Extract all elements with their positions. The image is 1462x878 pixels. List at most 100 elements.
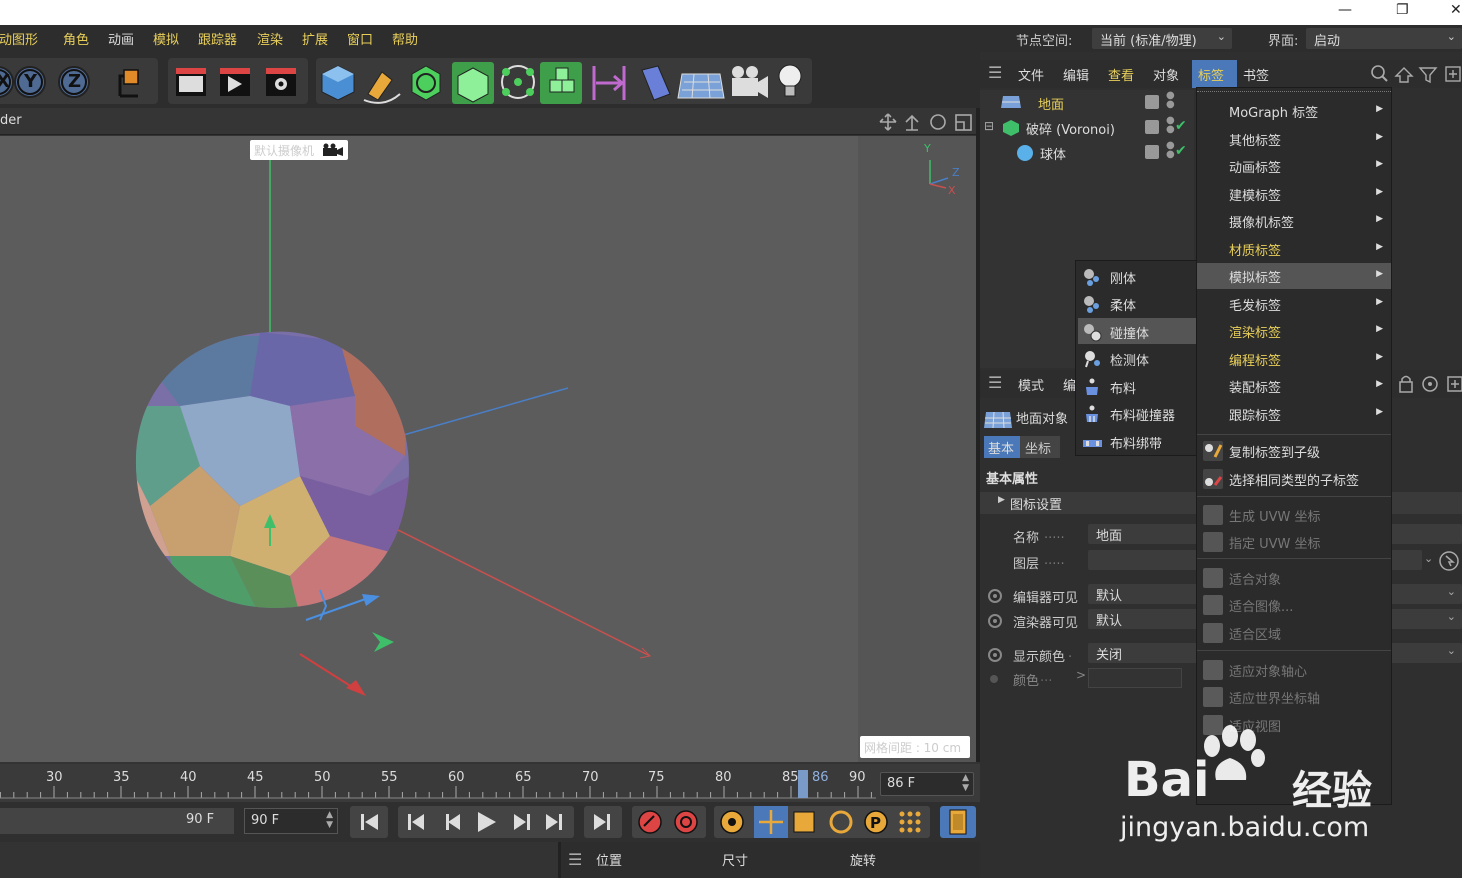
menu-item-copy-tags-to-children[interactable]: 复制标签到子级: [1199, 438, 1391, 464]
end-frame-field[interactable]: 90 F ▲ ▼: [244, 808, 338, 834]
menu-extensions[interactable]: 扩展: [302, 29, 328, 48]
menu-character[interactable]: 角色: [63, 29, 89, 48]
menu-simulate[interactable]: 模拟: [153, 29, 179, 48]
axis-x-button[interactable]: X: [0, 71, 10, 92]
menu-label: 渲染标签: [1229, 326, 1282, 341]
visibility-dots-icon[interactable]: ● ●: [1166, 91, 1175, 110]
menu-item-hair-tags[interactable]: 毛发标签 ▶: [1199, 291, 1391, 317]
stepper-icon[interactable]: ▲ ▼: [962, 773, 969, 793]
menu-item-other-tags[interactable]: 其他标签 ▶: [1199, 126, 1391, 152]
axis-z-button[interactable]: Z: [68, 71, 81, 92]
menu-item-render-tags[interactable]: 渲染标签 ▶: [1199, 318, 1391, 344]
visibility-dots-icon[interactable]: ● ●: [1166, 116, 1175, 135]
menu-render[interactable]: 渲染: [257, 29, 283, 48]
display-color-anim-radio[interactable]: [988, 648, 1002, 662]
menu-item-rigid-body[interactable]: 刚体: [1078, 263, 1196, 289]
viewport-nav-icons[interactable]: [878, 112, 974, 132]
render-icons[interactable]: [170, 62, 310, 102]
node-space-dropdown[interactable]: 当前 (标准/物理) ⌄: [1092, 28, 1232, 49]
hamburger-icon[interactable]: ☰: [988, 373, 1002, 392]
pick-icon[interactable]: [1438, 550, 1460, 572]
menu-mograph[interactable]: 运动图形: [0, 29, 38, 48]
menu-item-rigging-tags[interactable]: 装配标签 ▶: [1199, 373, 1391, 399]
tick-label: 75: [648, 770, 665, 785]
close-button[interactable]: ✕: [1450, 2, 1462, 18]
axis-y-button[interactable]: Y: [24, 71, 37, 92]
playhead[interactable]: [798, 770, 808, 798]
menu-item-select-child-tags[interactable]: 选择相同类型的子标签: [1199, 466, 1391, 492]
menu-item-mograph-tags[interactable]: MoGraph 标签 ▶: [1199, 98, 1391, 124]
menu-item-modeling-tags[interactable]: 建模标签 ▶: [1199, 181, 1391, 207]
submenu-arrow-icon: ▶: [1376, 297, 1383, 307]
menu-item-ghost-body[interactable]: 检测体: [1078, 345, 1196, 371]
menu-item-material-tags[interactable]: 材质标签 ▶: [1199, 236, 1391, 262]
editor-visible-anim-radio[interactable]: [988, 589, 1002, 603]
size-header: 尺寸: [722, 854, 749, 869]
tab-coords[interactable]: 坐标: [1020, 436, 1060, 458]
menu-help[interactable]: 帮助: [392, 29, 418, 48]
om-menu-bookmarks[interactable]: 书签: [1243, 65, 1269, 84]
tag-slot-icon[interactable]: [1145, 145, 1159, 159]
om-menu-view[interactable]: 查看: [1108, 65, 1134, 84]
menu-item-collider-body[interactable]: 碰撞体: [1078, 318, 1196, 344]
hamburger-icon[interactable]: ☰: [988, 63, 1002, 82]
om-menu-edit[interactable]: 编辑: [1063, 65, 1089, 84]
attr-toolbar-icons[interactable]: [1396, 374, 1462, 394]
object-row-sphere[interactable]: 球体 ● ● ✔: [980, 140, 1194, 165]
minimize-button[interactable]: —: [1338, 2, 1352, 18]
key-tool-icons[interactable]: P: [714, 806, 930, 838]
menu-item-camera-tags[interactable]: 摄像机标签 ▶: [1199, 208, 1391, 234]
tick-label: 90: [849, 770, 866, 785]
menu-item-cloth-collider[interactable]: 布料碰撞器: [1078, 400, 1196, 426]
tag-slot-icon[interactable]: [1145, 120, 1159, 134]
hamburger-icon[interactable]: ☰: [568, 850, 582, 869]
menu-animation[interactable]: 动画: [108, 29, 134, 48]
viewport-3d[interactable]: 默认摄像机: [0, 136, 858, 762]
menu-item-animation-tags[interactable]: 动画标签 ▶: [1199, 153, 1391, 179]
menu-item-cloth[interactable]: 布料: [1078, 373, 1196, 399]
menu-item-tracking-tags[interactable]: 跟踪标签 ▶: [1199, 401, 1391, 427]
render-visible-value: 默认: [1096, 614, 1123, 629]
axis-icon: [1203, 687, 1223, 707]
menu-label: 模拟标签: [1229, 271, 1282, 286]
playback-icons[interactable]: [350, 806, 630, 838]
render-visible-anim-radio[interactable]: [988, 614, 1002, 628]
object-create-icons[interactable]: [318, 60, 812, 104]
tag-slot-icon[interactable]: [1145, 95, 1159, 109]
tab-basic[interactable]: 基本: [984, 436, 1020, 458]
om-menu-tags[interactable]: 标签: [1198, 65, 1224, 84]
menu-item-simulation-tags[interactable]: 模拟标签 ▶: [1197, 263, 1391, 289]
range-slider[interactable]: 90 F: [0, 808, 234, 834]
chevron-right-icon[interactable]: >: [1076, 668, 1086, 682]
menu-item-programming-tags[interactable]: 编程标签 ▶: [1199, 346, 1391, 372]
viewport-menu-label[interactable]: der: [0, 113, 22, 128]
object-row-voronoi[interactable]: ⊟ 破碎 (Voronoi) ● ● ✔: [980, 115, 1194, 140]
enabled-check-icon[interactable]: ✔: [1175, 118, 1187, 134]
interface-dropdown[interactable]: 启动 ⌄: [1306, 28, 1462, 49]
object-row-floor[interactable]: 地面 ● ●: [980, 90, 1194, 115]
om-toolbar-icons[interactable]: [1370, 64, 1462, 84]
chevron-down-icon[interactable]: ⌄: [1424, 552, 1433, 565]
collapse-icon[interactable]: ⊟: [984, 119, 994, 133]
tick-label: 70: [582, 770, 599, 785]
om-menu-file[interactable]: 文件: [1018, 65, 1044, 84]
current-frame-field[interactable]: 86 F ▲ ▼: [880, 772, 974, 796]
record-icons[interactable]: [632, 806, 712, 838]
menu-item-soft-body[interactable]: 柔体: [1078, 290, 1196, 316]
tick-label: 80: [715, 770, 732, 785]
visibility-dots-icon[interactable]: ● ●: [1166, 141, 1175, 160]
timeline-ruler[interactable]: 30 35 40 45 50 55 60 65 70 75 80 85 86 9…: [0, 764, 980, 802]
om-menu-object[interactable]: 对象: [1153, 65, 1179, 84]
stepper-icon[interactable]: ▲ ▼: [326, 810, 333, 830]
menu-window[interactable]: 窗口: [347, 29, 373, 48]
playhead-label: 86: [812, 770, 829, 785]
menu-item-cloth-belt[interactable]: 布料绑带: [1078, 428, 1196, 454]
restore-button[interactable]: ❐: [1396, 2, 1409, 18]
tear-off-line[interactable]: [1197, 88, 1391, 92]
menu-tracker[interactable]: 跟踪器: [198, 29, 237, 48]
attr-menu-mode[interactable]: 模式: [1018, 375, 1044, 394]
menu-label: 毛发标签: [1229, 299, 1282, 314]
camera-label-box[interactable]: 默认摄像机: [250, 140, 348, 160]
timeline-button[interactable]: [940, 806, 976, 838]
enabled-check-icon[interactable]: ✔: [1175, 143, 1187, 159]
